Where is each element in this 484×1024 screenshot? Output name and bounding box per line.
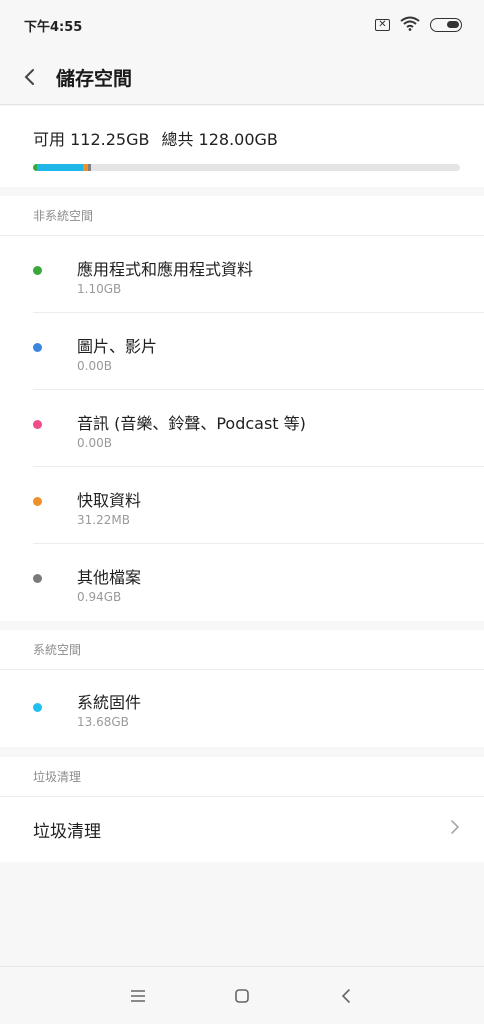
status-time: 下午4:55 — [24, 19, 83, 35]
usage-segment-system — [36, 164, 83, 171]
item-label: 其他檔案 — [77, 568, 142, 587]
item-size: 1.10GB — [77, 282, 122, 296]
list-item-system-firmware[interactable]: 系統固件 13.68GB — [33, 670, 484, 747]
category-dot-icon — [33, 420, 42, 429]
list-item-cache[interactable]: 快取資料 31.22MB — [33, 467, 484, 544]
item-size: 0.00B — [77, 359, 112, 373]
category-dot-icon — [33, 574, 42, 583]
item-label: 應用程式和應用程式資料 — [77, 260, 254, 279]
item-label: 快取資料 — [77, 491, 142, 510]
item-size: 31.22MB — [77, 513, 130, 527]
storage-usage-bar — [33, 164, 460, 171]
category-dot-icon — [33, 266, 42, 275]
junk-clean-section: 垃圾清理 垃圾清理 — [0, 757, 484, 862]
storage-summary: 可用 112.25GB 總共 128.00GB — [0, 106, 484, 187]
item-size: 0.94GB — [77, 590, 122, 604]
junk-clean-button[interactable]: 垃圾清理 — [0, 797, 484, 861]
category-dot-icon — [33, 703, 42, 712]
menu-icon[interactable] — [124, 982, 152, 1010]
total-label: 總共 128.00GB — [161, 130, 278, 149]
chevron-right-icon — [450, 819, 460, 840]
category-dot-icon — [33, 343, 42, 352]
wifi-icon — [400, 16, 420, 35]
section-header: 非系統空間 — [0, 196, 484, 236]
battery-icon — [430, 18, 462, 32]
system-section: 系統空間 系統固件 13.68GB — [0, 630, 484, 747]
status-icons: ✕ — [375, 16, 462, 35]
category-dot-icon — [33, 497, 42, 506]
item-label: 圖片、影片 — [77, 337, 158, 356]
junk-clean-label: 垃圾清理 — [33, 821, 101, 842]
list-item-audio[interactable]: 音訊 (音樂、鈴聲、Podcast 等) 0.00B — [33, 390, 484, 467]
available-label: 可用 112.25GB — [33, 130, 150, 149]
non-system-section: 非系統空間 應用程式和應用程式資料 1.10GB 圖片、影片 0.00B 音訊 … — [0, 196, 484, 621]
status-bar: 下午4:55 ✕ — [0, 0, 484, 50]
storage-summary-text: 可用 112.25GB 總共 128.00GB — [33, 126, 451, 150]
item-size: 0.00B — [77, 436, 112, 450]
no-sim-icon: ✕ — [375, 19, 390, 31]
list-item-images-videos[interactable]: 圖片、影片 0.00B — [33, 313, 484, 390]
navigation-bar — [0, 966, 484, 1024]
section-header: 垃圾清理 — [0, 757, 484, 797]
page-title: 儲存空間 — [56, 67, 133, 90]
back-icon[interactable] — [332, 982, 360, 1010]
app-bar: 儲存空間 — [0, 50, 484, 105]
back-arrow-icon[interactable] — [10, 57, 50, 97]
item-label: 系統固件 — [77, 693, 142, 712]
item-size: 13.68GB — [77, 715, 129, 729]
home-icon[interactable] — [228, 982, 256, 1010]
list-item-other-files[interactable]: 其他檔案 0.94GB — [33, 544, 484, 621]
usage-segment-other — [87, 164, 91, 171]
item-label: 音訊 (音樂、鈴聲、Podcast 等) — [77, 414, 306, 433]
list-item-apps[interactable]: 應用程式和應用程式資料 1.10GB — [33, 236, 484, 313]
section-header: 系統空間 — [0, 630, 484, 670]
